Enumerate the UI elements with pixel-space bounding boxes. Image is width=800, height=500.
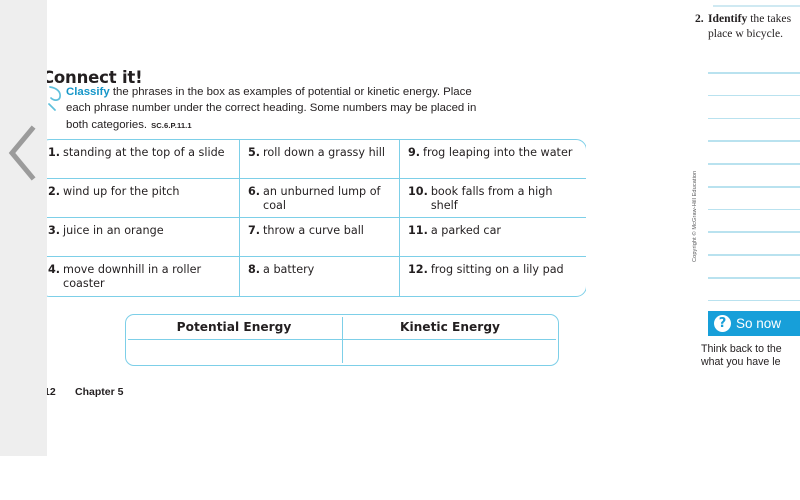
- phrase-item: 6. an unburned lump of coal: [240, 179, 400, 218]
- write-line[interactable]: [708, 140, 800, 142]
- phrase-number: 6.: [248, 185, 261, 198]
- phrase-item: 2. wind up for the pitch: [47, 179, 240, 218]
- phrase-text: standing at the top of a slide: [63, 146, 225, 159]
- phrase-number: 1.: [48, 146, 61, 159]
- answer-write-lines[interactable]: [708, 72, 800, 323]
- phrase-item: 5. roll down a grassy hill: [240, 140, 400, 179]
- question-item: 2. Identify the takes place w bicycle.: [695, 12, 800, 41]
- top-divider: [713, 5, 800, 7]
- phrase-text: a battery: [263, 263, 315, 276]
- column-header-potential-energy: Potential Energy: [176, 320, 292, 334]
- phrase-text: frog sitting on a lily pad: [430, 263, 564, 276]
- phrase-number: 12.: [408, 263, 428, 276]
- column-header-kinetic-energy: Kinetic Energy: [400, 320, 500, 334]
- phrase-number: 11.: [408, 224, 428, 237]
- phrase-grid: 1. standing at the top of a slide 5. rol…: [47, 140, 586, 296]
- right-page: Copyright © McGraw-Hill Education 2. Iden…: [586, 0, 800, 500]
- phrase-text: wind up for the pitch: [63, 185, 180, 198]
- phrase-item: 8. a battery: [240, 257, 400, 296]
- question-mark-circle-icon: ?: [714, 315, 731, 332]
- question-number: 2.: [695, 12, 704, 25]
- so-now-banner: ? So now: [708, 311, 800, 336]
- pencil-icon: [47, 85, 67, 111]
- answer-table[interactable]: Potential Energy Kinetic Energy: [125, 314, 559, 366]
- phrase-text: roll down a grassy hill: [263, 146, 385, 159]
- left-page: Connect it! Classify the phrases in the …: [47, 0, 586, 500]
- phrase-item: 9. frog leaping into the water: [400, 140, 586, 179]
- book-viewer: Connect it! Classify the phrases in the …: [0, 0, 800, 500]
- write-line[interactable]: [708, 254, 800, 256]
- write-line[interactable]: [708, 163, 800, 165]
- so-now-label: So now: [736, 316, 782, 331]
- write-line[interactable]: [708, 94, 800, 97]
- write-line[interactable]: [708, 72, 800, 74]
- phrase-item: 10. book falls from a high shelf: [400, 179, 586, 218]
- phrase-number: 2.: [48, 185, 61, 198]
- previous-page-button[interactable]: [6, 124, 40, 182]
- phrase-number: 9.: [408, 146, 421, 159]
- phrase-number: 10.: [408, 185, 428, 198]
- phrase-item: 1. standing at the top of a slide: [47, 140, 240, 179]
- phrase-box: 1. standing at the top of a slide 5. rol…: [47, 139, 586, 297]
- phrase-text: juice in an orange: [63, 224, 164, 237]
- write-line[interactable]: [708, 208, 800, 211]
- directions-text: Classify the phrases in the box as examp…: [66, 84, 496, 134]
- phrase-number: 5.: [248, 146, 261, 159]
- directions-body: the phrases in the box as examples of po…: [66, 86, 477, 131]
- phrase-number: 4.: [48, 263, 61, 276]
- so-now-body-text: Think back to the what you have le: [701, 343, 782, 369]
- phrase-number: 3.: [48, 224, 61, 237]
- directions-verb: Classify: [66, 86, 110, 98]
- phrase-item: 12. frog sitting on a lily pad: [400, 257, 586, 296]
- phrase-number: 8.: [248, 263, 261, 276]
- phrase-text: throw a curve ball: [263, 224, 364, 237]
- left-gutter: [0, 0, 47, 456]
- write-line[interactable]: [708, 277, 800, 279]
- phrase-item: 3. juice in an orange: [47, 218, 240, 257]
- write-line[interactable]: [708, 231, 800, 234]
- phrase-text: an unburned lump of coal: [263, 185, 381, 213]
- write-line[interactable]: [708, 185, 800, 188]
- answer-table-divider: [342, 317, 344, 363]
- phrase-item: 7. throw a curve ball: [240, 218, 400, 257]
- write-line[interactable]: [708, 117, 800, 120]
- phrase-item: 11. a parked car: [400, 218, 586, 257]
- phrase-text: book falls from a high shelf: [430, 185, 553, 213]
- copyright-notice: Copyright © McGraw-Hill Education: [692, 170, 698, 262]
- phrase-item: 4. move downhill in a roller coaster: [47, 257, 240, 296]
- question-verb: Identify: [708, 12, 748, 25]
- chapter-label: Chapter 5: [75, 386, 124, 398]
- phrase-number: 7.: [248, 224, 261, 237]
- phrase-text: frog leaping into the water: [423, 146, 573, 159]
- page-number: 12: [47, 386, 56, 398]
- phrase-text: a parked car: [430, 224, 502, 237]
- standard-code: SC.6.P.11.1: [151, 120, 192, 130]
- phrase-text: move downhill in a roller coaster: [63, 263, 202, 291]
- write-line[interactable]: [708, 299, 800, 302]
